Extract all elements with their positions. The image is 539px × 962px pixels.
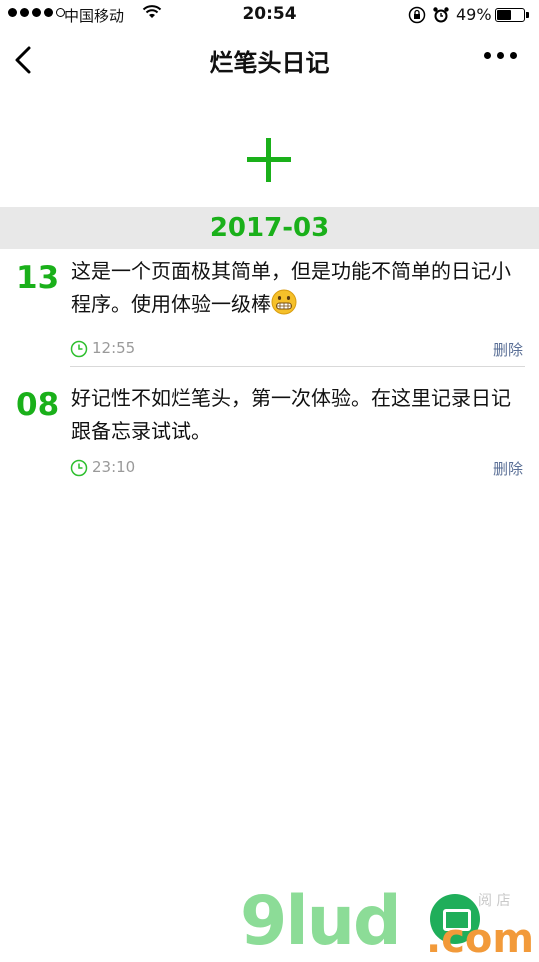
page-title: 烂笔头日记 [209, 49, 330, 77]
watermark-logo: 9lud .com 阅 店 [240, 882, 539, 962]
battery-icon [495, 8, 525, 22]
clock-icon [70, 459, 88, 477]
watermark-tld: .com [426, 916, 535, 962]
entry-divider [70, 366, 525, 367]
battery-percent: 49% [456, 5, 492, 24]
add-entry-button[interactable] [241, 132, 297, 188]
plus-icon-vertical [266, 138, 271, 182]
entry-time: 23:10 [92, 458, 136, 476]
month-header: 2017-03 [0, 207, 539, 249]
grimacing-face-icon [271, 289, 297, 315]
rotation-lock-icon [408, 6, 426, 24]
entry-day: 13 [16, 260, 60, 296]
entry-day: 08 [16, 387, 60, 423]
diary-entry[interactable]: 13 这是一个页面极其简单，但是功能不简单的日记小程序。使用体验一级棒 12:5… [0, 250, 539, 370]
diary-entry[interactable]: 08 好记性不如烂笔头，第一次体验。在这里记录日记跟备忘录试试。 23:10 删… [0, 377, 539, 487]
alarm-icon [433, 7, 449, 23]
delete-button[interactable]: 删除 [493, 339, 523, 360]
battery-cap [526, 12, 529, 18]
watermark-tagline: 阅 店 [478, 893, 511, 909]
status-bar: 中国移动 20:54 49% [0, 0, 539, 30]
entry-text: 好记性不如烂笔头，第一次体验。在这里记录日记跟备忘录试试。 [71, 386, 511, 443]
navigation-bar: 烂笔头日记 [0, 30, 539, 90]
watermark-brand: 9lud [240, 882, 402, 961]
entry-text: 这是一个页面极其简单，但是功能不简单的日记小程序。使用体验一级棒 [71, 255, 516, 321]
more-options-icon[interactable] [484, 52, 517, 59]
entry-time: 12:55 [92, 339, 136, 357]
delete-button[interactable]: 删除 [493, 458, 523, 479]
clock-icon [70, 340, 88, 358]
